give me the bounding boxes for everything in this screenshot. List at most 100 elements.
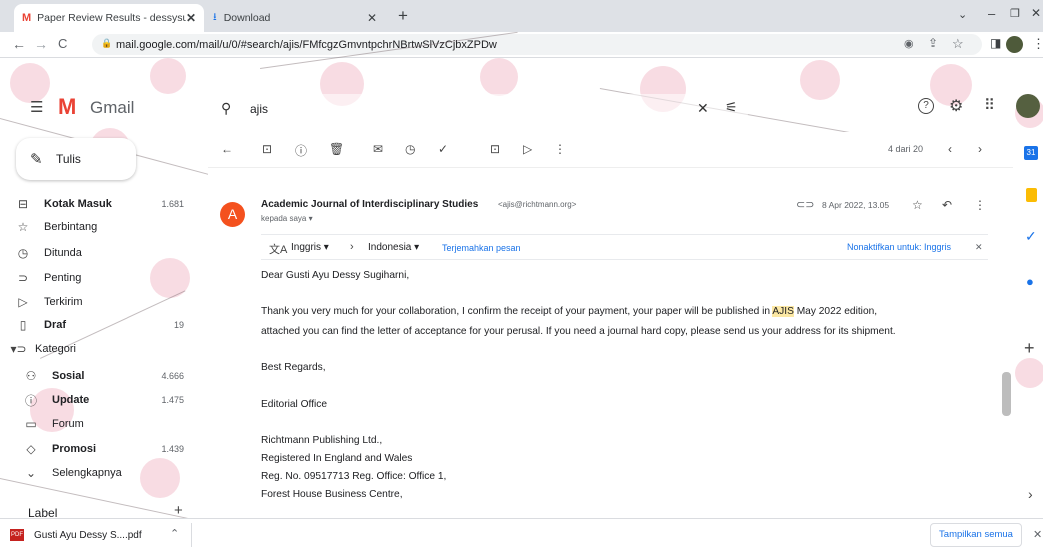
sidebar-item-promosi[interactable]: ◇ Promosi 1.439 [15,438,190,460]
keep-icon[interactable] [1026,188,1037,202]
side-panel-icon[interactable]: ◨ [990,36,1001,50]
target-language-select[interactable]: Indonesia ▾ [368,242,419,253]
sidebar-item-ditunda[interactable]: ◷ Ditunda [15,242,190,264]
more-actions-icon[interactable]: ⋮ [554,142,566,156]
tab-search-icon[interactable]: ⌄ [958,8,967,21]
apps-grid-icon[interactable]: ⠿ [984,96,995,114]
label-as-icon[interactable]: ▷ [523,142,532,156]
account-avatar[interactable] [1016,94,1040,118]
close-download-bar-icon[interactable]: ✕ [1033,528,1042,541]
para1-text-a: Thank you very much for your collaborati… [261,306,773,317]
sidebar-item-penting[interactable]: ⊃ Penting [15,267,190,289]
star-icon: ☆ [17,220,29,234]
add-task-icon[interactable]: ✓ [438,142,448,156]
reload-icon[interactable]: C [58,36,67,51]
translate-message-link[interactable]: Terjemahkan pesan [442,243,521,253]
tasks-icon[interactable]: ✓ [1025,228,1037,245]
window-close-icon[interactable]: ✕ [1031,6,1041,20]
share-icon[interactable]: ⇪ [928,36,938,50]
email-address-line4: Forest House Business Centre, [261,489,403,500]
message-scrollbar[interactable] [1002,372,1011,416]
back-to-search-icon[interactable]: ← [221,142,233,156]
compose-label: Tulis [56,152,81,166]
recipient-label: kepada saya [261,214,307,223]
sidebar-item-terkirim[interactable]: ▷ Terkirim [15,291,190,313]
compose-button[interactable]: ✎ Tulis [16,138,136,180]
calendar-icon[interactable]: 31 [1024,146,1038,160]
reply-icon[interactable]: ↶ [942,198,952,212]
target-language: Indonesia [368,242,412,253]
label-icon: ▾⊃ [10,342,27,356]
help-icon[interactable]: ? [918,98,934,114]
settings-gear-icon[interactable]: ⚙ [949,96,963,116]
message-more-icon[interactable]: ⋮ [974,198,986,212]
delete-icon[interactable]: 🗑 [329,142,344,156]
mark-unread-icon[interactable]: ✉ [373,142,383,156]
show-all-label: Tampilkan semua [939,529,1013,540]
close-translate-icon[interactable]: ✕ [975,242,983,253]
email-paragraph-line1: Thank you very much for your collaborati… [261,306,877,317]
people-icon: ⚇ [25,369,37,383]
search-icon[interactable]: ⚲ [221,100,231,117]
archive-icon[interactable]: ⊡ [262,142,272,156]
new-tab-button[interactable]: + [398,6,408,26]
url-field[interactable]: 🔒 mail.google.com/mail/u/0/#search/ajis/… [92,34,982,55]
email-regards: Best Regards, [261,362,326,373]
back-icon[interactable]: ← [12,36,26,52]
download-favicon-icon: ⭳ [213,11,217,23]
translate-icon: 文A [269,244,288,256]
minimize-icon[interactable]: – [988,6,995,21]
expand-panel-icon[interactable]: › [1028,486,1033,502]
browser-tab-download[interactable]: ⭳ Download ✕ [205,4,385,32]
profile-avatar[interactable] [1006,36,1023,53]
sidebar-item-update[interactable]: ⓘ Update 1.475 [15,389,190,411]
clock-icon: ◷ [17,246,29,260]
sidebar-item-draf[interactable]: ▯ Draf 19 [15,314,190,336]
move-to-icon[interactable]: ⊡ [490,142,500,156]
report-spam-icon[interactable]: ⓘ [295,142,307,159]
url-text: mail.google.com/mail/u/0/#search/ajis/FM… [116,38,497,51]
newer-icon[interactable]: ‹ [948,142,952,156]
star-message-icon[interactable]: ☆ [912,198,923,212]
clear-search-icon[interactable]: ✕ [697,100,709,117]
search-options-icon[interactable]: ⚟ [725,99,738,116]
add-label-icon[interactable]: + [174,502,183,519]
source-language-select[interactable]: Inggris ▾ [291,242,329,253]
inbox-icon: ⊟ [17,197,29,211]
search-highlight: AJIS [772,306,794,317]
browser-tab-bar: M Paper Review Results - dessysugi ✕ ⭳ D… [0,0,1043,32]
arrow-right-icon: › [350,241,354,253]
show-all-downloads-button[interactable]: Tampilkan semua [930,523,1022,547]
recipient-dropdown[interactable]: kepada saya ▾ [261,214,313,223]
email-address-line3: Reg. No. 09517713 Reg. Office: Office 1, [261,471,447,482]
sidebar-item-berbintang[interactable]: ☆ Berbintang [15,216,190,238]
add-addon-icon[interactable]: + [1024,338,1035,359]
sidebar-item-kategori[interactable]: ▾⊃ Kategori [6,338,181,360]
sidebar-item-selengkapnya[interactable]: ⌄ Selengkapnya [15,462,190,484]
eye-icon[interactable]: ◉ [904,37,914,50]
download-filename[interactable]: Gusti Ayu Dessy S....pdf [34,530,142,541]
browser-tab-gmail[interactable]: M Paper Review Results - dessysugi ✕ [14,4,204,32]
search-input[interactable]: ajis [250,102,268,116]
search-bar[interactable]: ⚲ ajis ✕ ⚟ [207,94,749,124]
close-tab-icon[interactable]: ✕ [186,11,196,25]
close-tab-icon[interactable]: ✕ [367,11,377,25]
bookmark-star-icon[interactable]: ☆ [952,36,964,52]
restore-icon[interactable]: ❐ [1010,7,1020,20]
sidebar-item-sosial[interactable]: ⚇ Sosial 4.666 [15,365,190,387]
main-menu-icon[interactable]: ☰ [30,98,43,116]
forward-icon[interactable]: → [34,36,48,52]
gmail-logo-icon[interactable]: M [58,94,76,120]
sidebar-item-forum[interactable]: ▭ Forum [15,413,190,435]
contacts-icon[interactable]: ● [1026,274,1034,289]
browser-menu-icon[interactable]: ⋮ [1032,36,1043,52]
draft-icon: ▯ [19,318,27,332]
download-menu-icon[interactable]: ⌃ [170,527,179,540]
tab-title: Paper Review Results - dessysugi [37,12,186,24]
sidebar-item-kotak-masuk[interactable]: ⊟ Kotak Masuk 1.681 [15,193,190,215]
snooze-icon[interactable]: ◷ [405,142,415,156]
sender-name: Academic Journal of Interdisciplinary St… [261,199,479,210]
disable-translation-link[interactable]: Nonaktifkan untuk: Inggris [847,242,951,252]
download-bar: PDF Gusti Ayu Dessy S....pdf ⌃ Tampilkan… [0,518,1043,550]
older-icon[interactable]: › [978,142,982,156]
